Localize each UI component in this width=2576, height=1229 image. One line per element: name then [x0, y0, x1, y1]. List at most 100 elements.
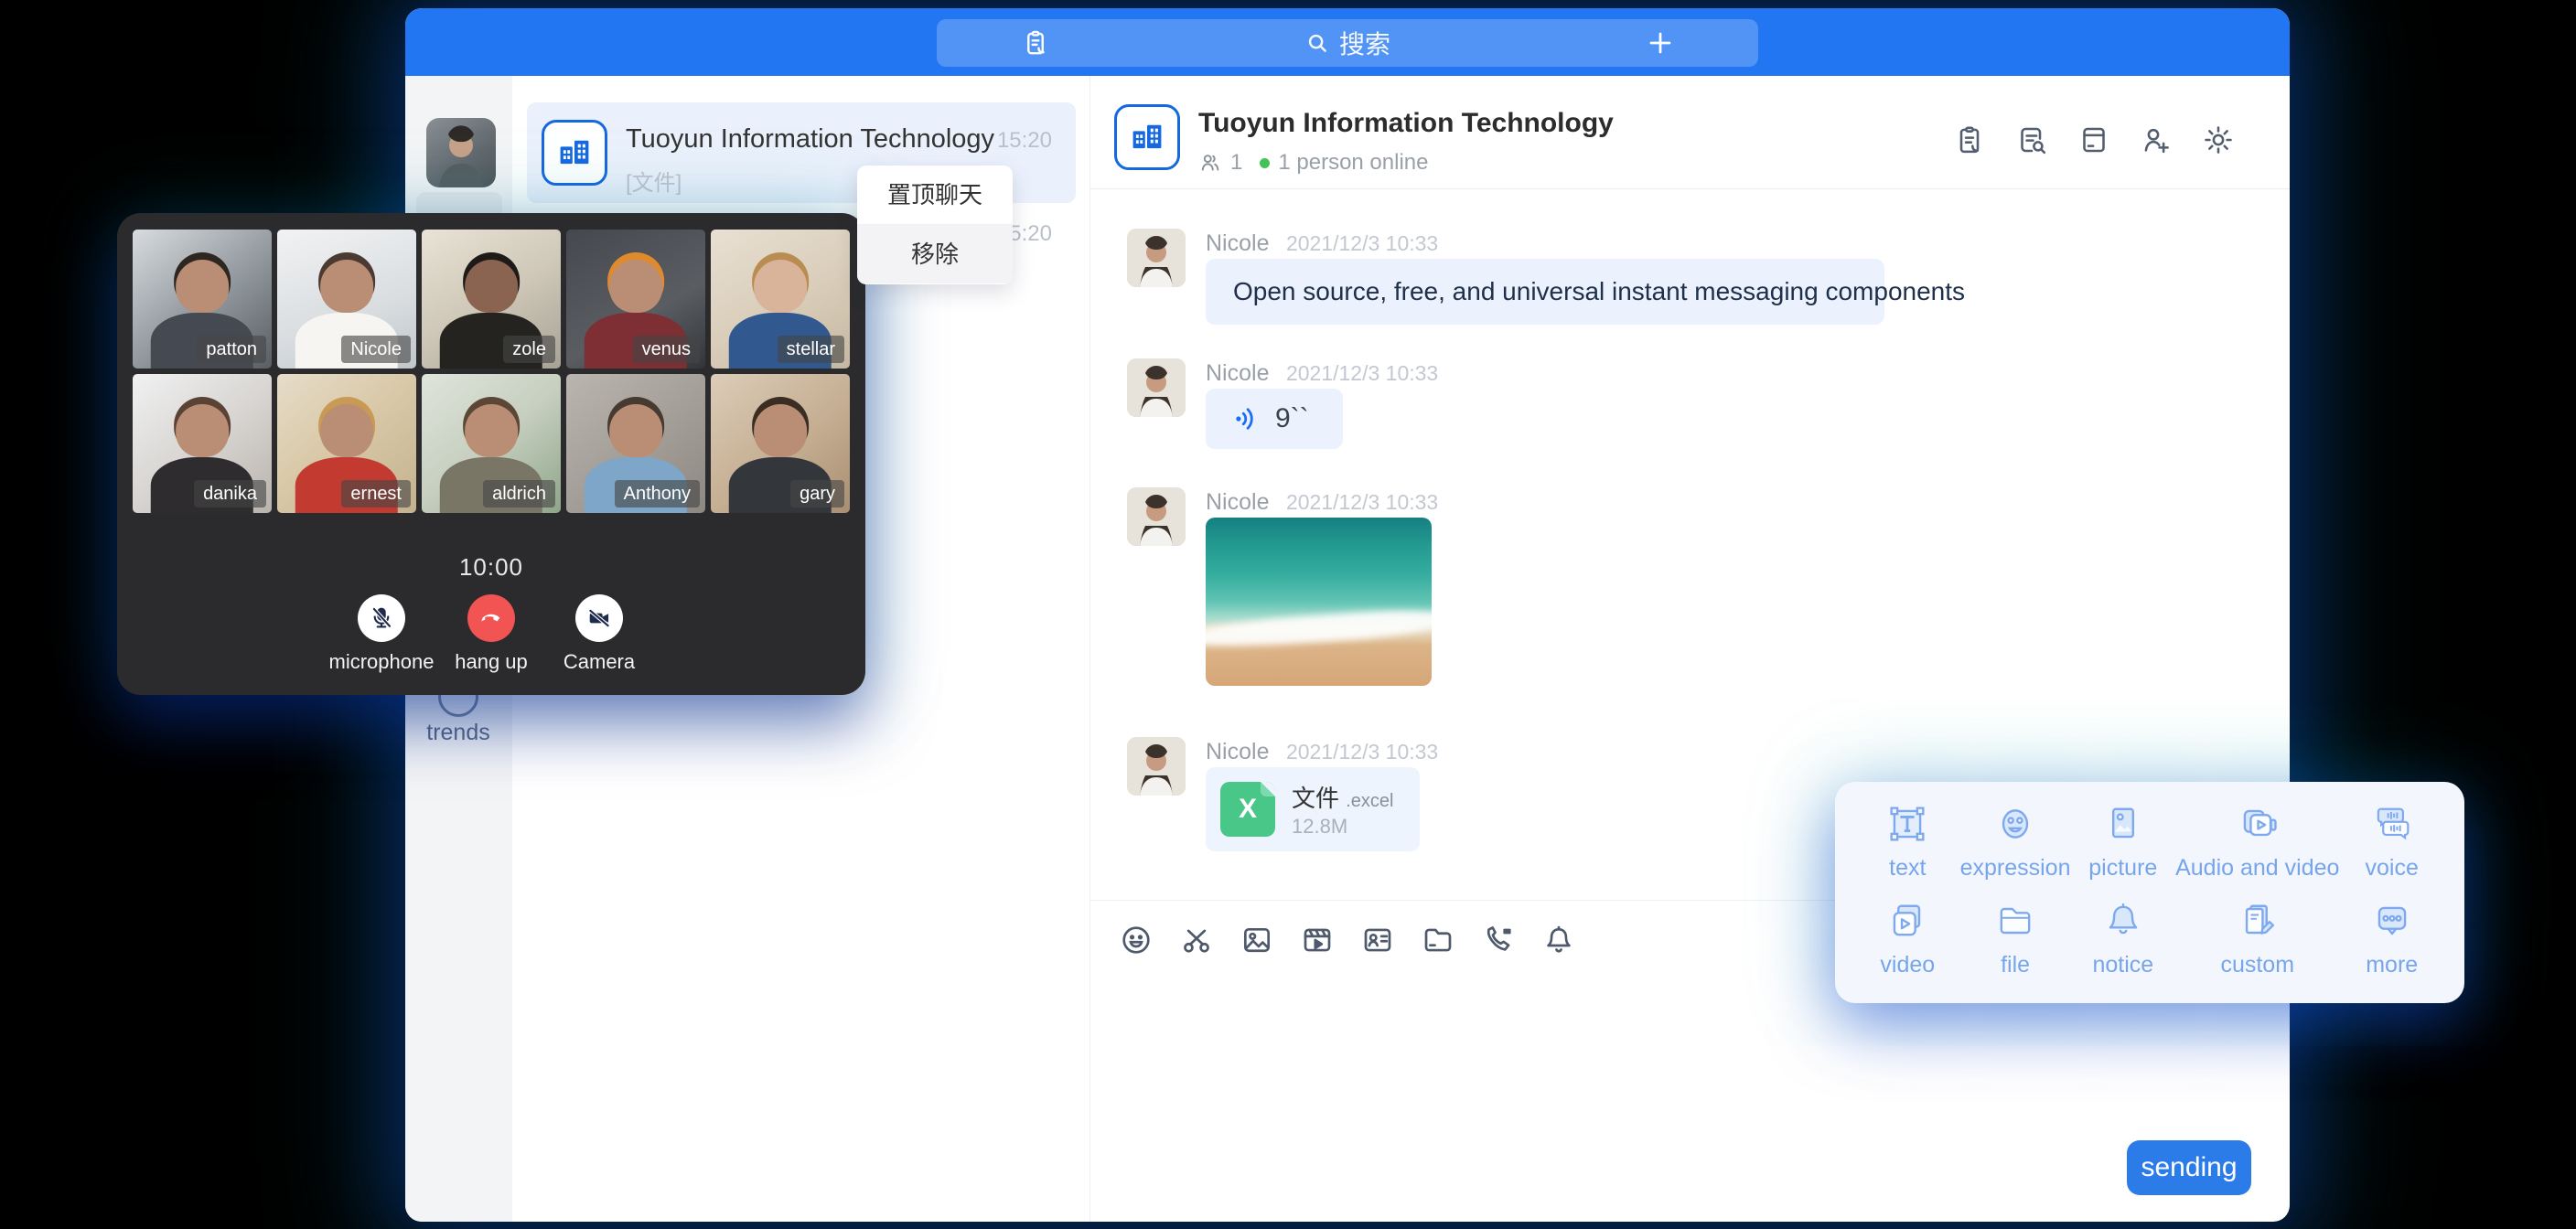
voice-message-bubble[interactable]: 9``: [1206, 389, 1343, 449]
picture-icon: [2099, 800, 2147, 848]
online-status: 1 person online: [1278, 150, 1428, 176]
camera-off-icon: [585, 604, 613, 632]
conversation-subtitle: 1 1 person online: [1198, 150, 1428, 176]
emoji-icon[interactable]: [1118, 922, 1154, 958]
attach-item-file[interactable]: file: [1960, 897, 2071, 994]
attach-item-text[interactable]: text: [1855, 800, 1960, 897]
video-tile[interactable]: patton: [133, 230, 272, 369]
video-clapper-icon[interactable]: [1299, 922, 1336, 958]
message-time: 2021/12/3 10:33: [1286, 231, 1438, 255]
file-name: 文件: [1292, 785, 1339, 812]
voice-icon: [2368, 800, 2416, 848]
sender-name: Nicole: [1206, 360, 1269, 386]
file-library-icon[interactable]: [2076, 122, 2112, 158]
conversation-title: Tuoyun Information Technology: [1198, 108, 1614, 139]
video-tile[interactable]: zole: [422, 230, 561, 369]
voice-wave-icon: [1233, 405, 1261, 433]
group-avatar: [542, 120, 607, 186]
video-tile[interactable]: venus: [566, 230, 705, 369]
member-count: 1: [1230, 150, 1242, 176]
message-toolbar: [1118, 922, 1577, 958]
custom-icon: [2234, 897, 2281, 945]
sender-avatar[interactable]: [1127, 358, 1186, 417]
user-avatar[interactable]: [426, 118, 496, 187]
expression-icon: [1991, 800, 2039, 848]
conversation-header-actions: [1951, 122, 2237, 158]
attach-item-more[interactable]: more: [2339, 897, 2444, 994]
chat-item-title: Tuoyun Information Technology: [626, 124, 994, 155]
send-button[interactable]: sending: [2127, 1140, 2251, 1195]
menu-item-remove[interactable]: 移除: [857, 224, 1013, 283]
attachment-panel: text expression picture Audio and video: [1835, 782, 2464, 1003]
screenshot-scissors-icon[interactable]: [1178, 922, 1215, 958]
participant-name: aldrich: [483, 480, 555, 508]
sender-name: Nicole: [1206, 489, 1269, 515]
nav-item-trends[interactable]: trends: [416, 720, 500, 746]
wave-foam: [1206, 605, 1432, 651]
call-timer: 10:00: [117, 553, 865, 582]
text-message-bubble[interactable]: Open source, free, and universal instant…: [1206, 259, 1884, 325]
video-tile[interactable]: danika: [133, 374, 272, 513]
sender-avatar[interactable]: [1127, 229, 1186, 287]
folder-icon[interactable]: [1420, 922, 1456, 958]
participant-name: venus: [633, 336, 700, 363]
hangup-button[interactable]: [467, 594, 515, 642]
image-message-beach[interactable]: [1206, 518, 1432, 686]
video-tile[interactable]: stellar: [711, 230, 850, 369]
attach-item-expression[interactable]: expression: [1960, 800, 2071, 897]
video-call-icon[interactable]: [1480, 922, 1517, 958]
file-size: 12.8M: [1292, 815, 1347, 839]
notice-bell-icon: [2099, 897, 2147, 945]
attach-item-audio-video[interactable]: Audio and video: [2175, 800, 2339, 897]
video-tile[interactable]: aldrich: [422, 374, 561, 513]
chat-context-menu: 置顶聊天 移除: [857, 166, 1013, 284]
attach-item-voice[interactable]: voice: [2339, 800, 2444, 897]
search-bar-group: 搜索: [937, 19, 1758, 67]
members-icon: [1198, 151, 1222, 175]
text-icon: [1884, 800, 1931, 848]
participant-name: danika: [194, 480, 266, 508]
sender-name: Nicole: [1206, 230, 1269, 256]
settings-gear-icon[interactable]: [2200, 122, 2237, 158]
search-icon: [1304, 30, 1330, 56]
hangup-icon: [478, 604, 505, 632]
camera-button[interactable]: [575, 594, 623, 642]
add-member-icon[interactable]: [2138, 122, 2174, 158]
file-message-card[interactable]: X 文件 .excel 12.8M: [1206, 767, 1420, 851]
excel-file-icon: X: [1220, 782, 1275, 837]
contact-card-icon[interactable]: [1359, 922, 1396, 958]
search-input[interactable]: 搜索: [937, 25, 1758, 61]
audio-video-icon: [2234, 800, 2281, 848]
attach-item-picture[interactable]: picture: [2071, 800, 2176, 897]
video-icon: [1884, 897, 1931, 945]
online-dot: [1260, 158, 1270, 168]
participant-name: zole: [503, 336, 555, 363]
video-tile[interactable]: Anthony: [566, 374, 705, 513]
mic-muted-icon: [368, 604, 395, 632]
add-icon[interactable]: [1647, 29, 1674, 57]
header-divider: [1090, 188, 2290, 189]
call-log-icon[interactable]: [1951, 122, 1988, 158]
voice-duration: 9``: [1275, 403, 1309, 434]
message-time: 2021/12/3 10:33: [1286, 361, 1438, 385]
sender-avatar[interactable]: [1127, 487, 1186, 546]
video-tile[interactable]: Nicole: [277, 230, 416, 369]
video-call-panel: patton Nicole zole venus stellar danika …: [117, 213, 865, 695]
participant-name: patton: [197, 336, 266, 363]
attach-item-notice[interactable]: notice: [2071, 897, 2176, 994]
microphone-button[interactable]: [358, 594, 405, 642]
chat-item-time: 15:20: [997, 128, 1052, 154]
conversation-avatar: [1114, 104, 1180, 170]
participant-name: ernest: [341, 480, 411, 508]
menu-item-pin-chat[interactable]: 置顶聊天: [857, 166, 1013, 224]
building-icon: [554, 133, 595, 173]
message-search-icon[interactable]: [2013, 122, 2050, 158]
message-time: 2021/12/3 10:33: [1286, 740, 1438, 764]
attach-item-video[interactable]: video: [1855, 897, 1960, 994]
image-icon[interactable]: [1239, 922, 1275, 958]
sender-avatar[interactable]: [1127, 737, 1186, 796]
notification-bell-icon[interactable]: [1540, 922, 1577, 958]
video-tile[interactable]: gary: [711, 374, 850, 513]
attach-item-custom[interactable]: custom: [2175, 897, 2339, 994]
video-tile[interactable]: ernest: [277, 374, 416, 513]
